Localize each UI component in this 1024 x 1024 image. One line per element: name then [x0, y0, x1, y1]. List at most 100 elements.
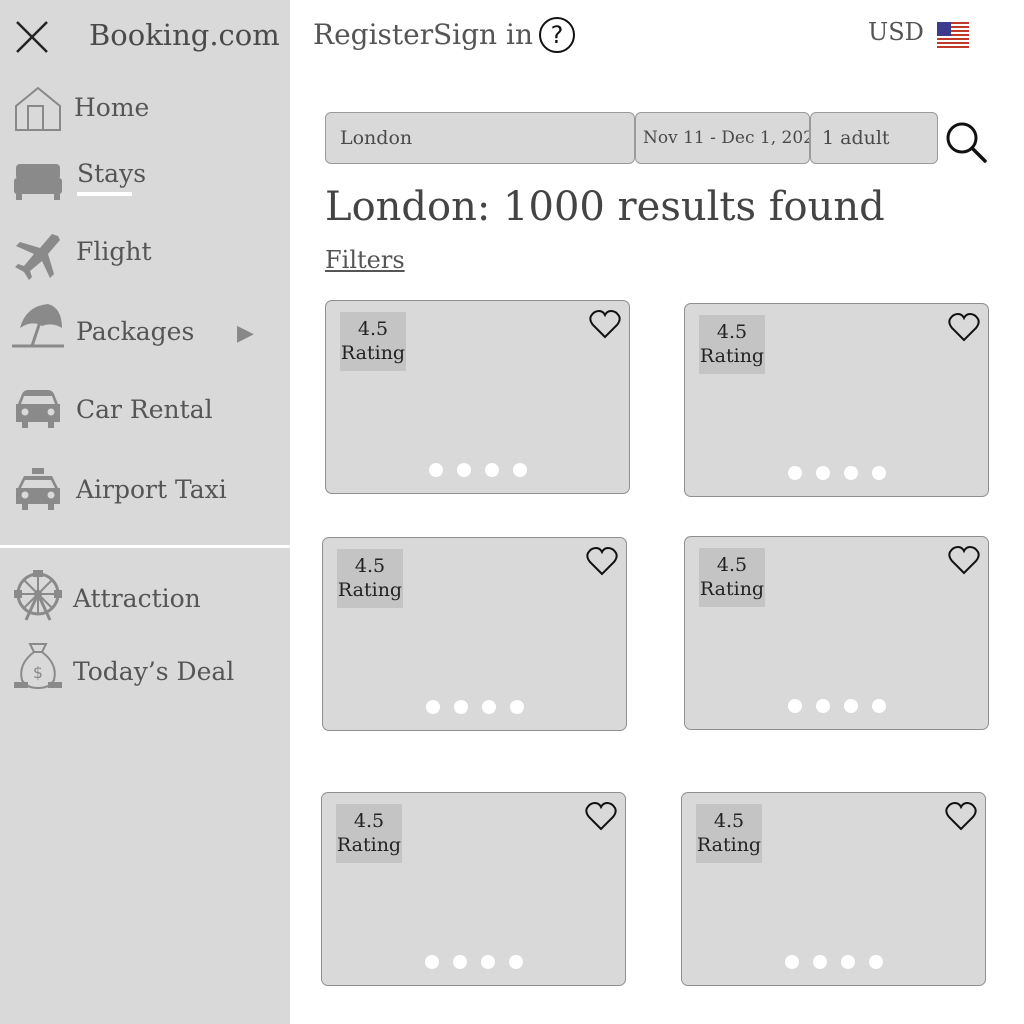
rating-value: 4.5	[716, 554, 748, 576]
rating-label: Rating	[336, 834, 402, 856]
destination-input[interactable]: London	[325, 112, 635, 164]
rating-label: Rating	[340, 342, 406, 364]
carousel-dot[interactable]	[840, 955, 855, 969]
home-icon	[15, 86, 61, 131]
result-card[interactable]: 4.5 Rating	[321, 792, 626, 986]
carousel-dot[interactable]	[425, 700, 440, 714]
guests-input[interactable]: 1 adult	[810, 112, 938, 164]
sign-in-link[interactable]: Sign in	[433, 18, 533, 51]
sidebar-item-label: Home	[74, 93, 150, 122]
carousel-dot[interactable]	[452, 955, 467, 969]
result-card[interactable]: 4.5 Rating	[684, 303, 989, 497]
carousel-dot[interactable]	[815, 466, 830, 480]
rating-badge: 4.5 Rating	[699, 315, 765, 374]
sidebar-item-packages[interactable]: Packages ▶	[0, 302, 290, 362]
carousel-dot[interactable]	[512, 463, 527, 477]
rating-value: 4.5	[357, 318, 389, 340]
ferris-wheel-icon	[14, 570, 62, 621]
heart-icon[interactable]	[585, 801, 617, 831]
result-card[interactable]: 4.5 Rating	[681, 792, 986, 986]
carousel-dot[interactable]	[843, 466, 858, 480]
sidebar-item-home[interactable]: Home	[0, 84, 290, 144]
beach-umbrella-icon	[12, 304, 64, 348]
heart-icon[interactable]	[589, 309, 621, 339]
us-flag-icon[interactable]	[937, 22, 969, 48]
sidebar-item-label: Airport Taxi	[76, 475, 227, 504]
filters-link[interactable]: Filters	[325, 246, 405, 274]
sidebar-item-label: Today’s Deal	[73, 657, 235, 686]
carousel-dot[interactable]	[871, 699, 886, 713]
currency-selector[interactable]: USD	[868, 18, 924, 46]
svg-text:$: $	[33, 663, 43, 682]
carousel-dot[interactable]	[456, 463, 471, 477]
carousel-dot[interactable]	[424, 955, 439, 969]
heart-icon[interactable]	[945, 801, 977, 831]
rating-value: 4.5	[354, 555, 386, 577]
rating-value: 4.5	[713, 810, 745, 832]
sidebar-item-label: Car Rental	[76, 395, 213, 424]
sidebar-item-flight[interactable]: Flight	[0, 226, 290, 286]
expand-arrow-icon[interactable]: ▶	[237, 321, 254, 346]
heart-icon[interactable]	[586, 546, 618, 576]
carousel-dot[interactable]	[868, 955, 883, 969]
carousel-dot[interactable]	[815, 699, 830, 713]
sidebar-item-label: Attraction	[73, 584, 201, 613]
rating-label: Rating	[699, 578, 765, 600]
bed-icon	[14, 164, 62, 200]
rating-badge: 4.5 Rating	[337, 549, 403, 608]
rating-value: 4.5	[353, 810, 385, 832]
sidebar-item-label: Stays	[77, 159, 147, 188]
car-icon	[16, 390, 60, 428]
sidebar-item-attraction[interactable]: Attraction	[0, 570, 290, 630]
image-carousel-dots	[685, 466, 988, 480]
close-icon[interactable]	[14, 19, 50, 55]
sidebar-item-label: Packages	[76, 317, 195, 346]
date-range-input[interactable]: Nov 11 - Dec 1, 2020	[635, 112, 810, 164]
image-carousel-dots	[682, 955, 985, 969]
sidebar: Booking.com Home Stays Flight Packages ▶…	[0, 0, 290, 1024]
sidebar-item-airport-taxi[interactable]: Airport Taxi	[0, 462, 290, 522]
result-card[interactable]: 4.5 Rating	[684, 536, 989, 730]
rating-badge: 4.5 Rating	[336, 804, 402, 863]
rating-value: 4.5	[716, 321, 748, 343]
search-icon[interactable]	[944, 120, 988, 164]
result-card[interactable]: 4.5 Rating	[322, 537, 627, 731]
carousel-dot[interactable]	[428, 463, 443, 477]
carousel-dot[interactable]	[484, 463, 499, 477]
sidebar-item-stays[interactable]: Stays	[0, 150, 290, 210]
taxi-icon	[16, 468, 60, 510]
rating-badge: 4.5 Rating	[696, 804, 762, 863]
sidebar-item-label: Flight	[76, 237, 152, 266]
image-carousel-dots	[323, 700, 626, 714]
carousel-dot[interactable]	[508, 955, 523, 969]
sidebar-divider	[0, 545, 290, 548]
image-carousel-dots	[326, 463, 629, 477]
brand-logo[interactable]: Booking.com	[89, 18, 280, 52]
carousel-dot[interactable]	[787, 699, 802, 713]
carousel-dot[interactable]	[787, 466, 802, 480]
result-card[interactable]: 4.5 Rating	[325, 300, 630, 494]
carousel-dot[interactable]	[843, 699, 858, 713]
carousel-dot[interactable]	[509, 700, 524, 714]
carousel-dot[interactable]	[871, 466, 886, 480]
rating-label: Rating	[696, 834, 762, 856]
carousel-dot[interactable]	[481, 700, 496, 714]
heart-icon[interactable]	[948, 545, 980, 575]
rating-badge: 4.5 Rating	[340, 312, 406, 371]
money-bag-icon: $	[14, 643, 62, 690]
register-link[interactable]: Register	[313, 18, 433, 51]
results-heading: London: 1000 results found	[325, 184, 885, 230]
carousel-dot[interactable]	[784, 955, 799, 969]
image-carousel-dots	[322, 955, 625, 969]
rating-label: Rating	[337, 579, 403, 601]
carousel-dot[interactable]	[480, 955, 495, 969]
help-icon[interactable]: ?	[539, 17, 575, 53]
heart-icon[interactable]	[948, 312, 980, 342]
carousel-dot[interactable]	[453, 700, 468, 714]
active-indicator	[77, 192, 132, 196]
sidebar-item-car-rental[interactable]: Car Rental	[0, 384, 290, 444]
image-carousel-dots	[685, 699, 988, 713]
carousel-dot[interactable]	[812, 955, 827, 969]
rating-badge: 4.5 Rating	[699, 548, 765, 607]
sidebar-item-todays-deal[interactable]: $ Today’s Deal	[0, 640, 290, 700]
